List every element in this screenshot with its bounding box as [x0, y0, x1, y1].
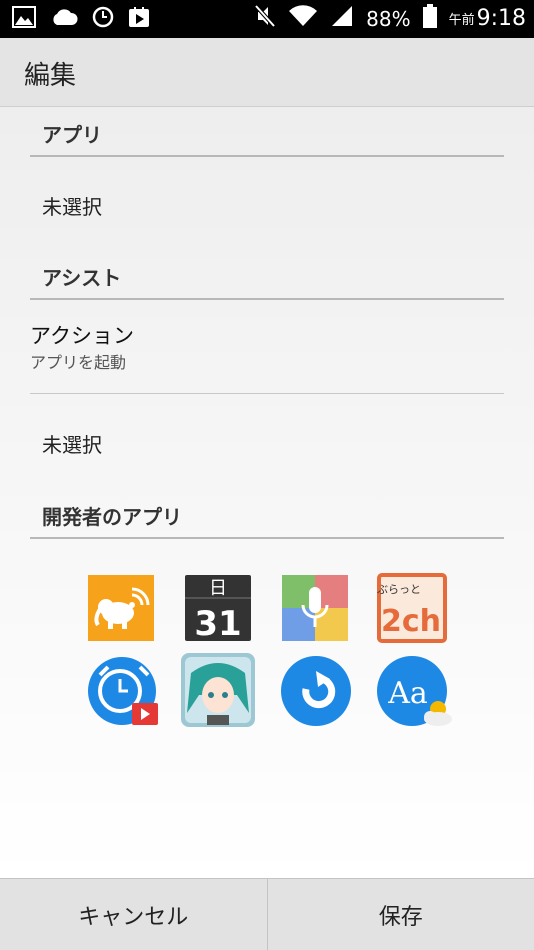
- section-header-assist: アシスト: [30, 262, 504, 300]
- app-select-item[interactable]: 未選択: [42, 191, 102, 220]
- play-store-icon: [128, 6, 150, 32]
- elephant-app-icon[interactable]: [88, 575, 154, 641]
- bottom-action-bar: キャンセル 保存: [0, 878, 534, 950]
- board-main-label: 2ch: [381, 604, 441, 639]
- section-header-assist-label: アシスト: [30, 262, 504, 291]
- character-app-icon[interactable]: [181, 653, 255, 727]
- clock-icon: [92, 6, 114, 32]
- 2ch-browser-app-icon[interactable]: ぶらっと 2ch: [377, 573, 447, 643]
- battery-percent: 88%: [366, 7, 410, 31]
- font-weather-app-icon[interactable]: Aa: [376, 655, 454, 731]
- font-label: Aa: [387, 676, 428, 711]
- settings-content: アプリ 未選択 アシスト アクション アプリを起動 未選択 開発者のアプリ 日 …: [0, 107, 534, 878]
- time-label: 9:18: [477, 6, 526, 31]
- calendar-day-label: 日: [209, 578, 227, 599]
- app-bar: 編集: [0, 38, 534, 107]
- action-subtitle: アプリを起動: [30, 349, 126, 373]
- assist-select-item[interactable]: 未選択: [42, 429, 102, 458]
- mute-icon: [254, 4, 276, 33]
- ampm-label: 午前: [449, 9, 475, 28]
- signal-icon: [330, 5, 354, 32]
- battery-icon: [423, 4, 437, 33]
- action-title: アクション: [30, 320, 134, 350]
- section-header-app-label: アプリ: [30, 119, 504, 148]
- wifi-icon: [288, 5, 318, 32]
- section-header-app: アプリ: [30, 119, 504, 157]
- cancel-button[interactable]: キャンセル: [0, 879, 267, 950]
- calendar-date-label: 31: [194, 604, 241, 641]
- save-button[interactable]: 保存: [267, 879, 534, 950]
- status-bar: 88% 午前 9:18: [0, 0, 534, 38]
- section-header-developer: 開発者のアプリ: [30, 501, 504, 539]
- divider: [30, 393, 504, 394]
- clock: 午前 9:18: [449, 6, 526, 31]
- calendar-app-icon[interactable]: 日 31: [185, 575, 251, 641]
- board-top-label: ぶらっと: [377, 583, 421, 596]
- refresh-app-icon[interactable]: [280, 655, 352, 727]
- alarm-video-app-icon[interactable]: [86, 653, 162, 729]
- cloud-icon: [50, 7, 78, 31]
- section-header-developer-label: 開発者のアプリ: [30, 501, 504, 530]
- image-icon: [12, 6, 36, 32]
- page-title: 編集: [24, 55, 76, 92]
- voice-search-app-icon[interactable]: [282, 575, 348, 641]
